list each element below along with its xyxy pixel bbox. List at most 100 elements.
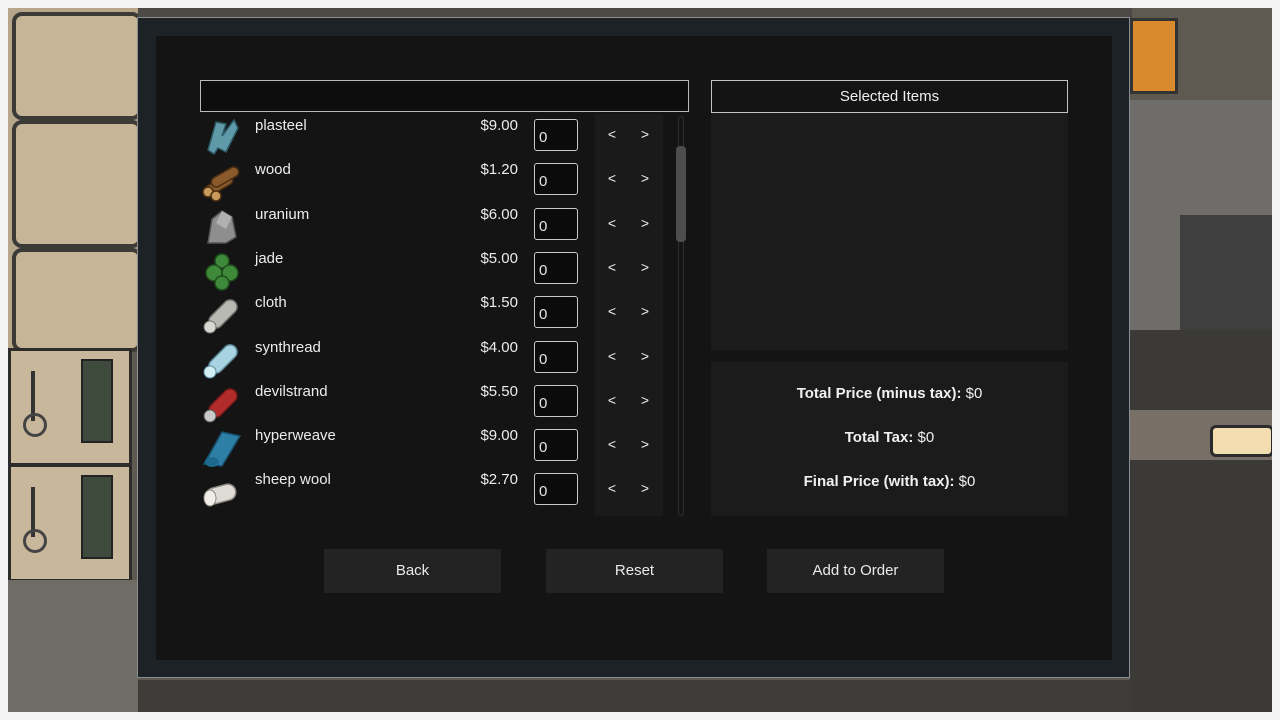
item-row-jade: jade $5.00 bbox=[200, 247, 662, 291]
item-price: $5.50 bbox=[480, 383, 518, 400]
decrease-quantity-button[interactable]: < bbox=[599, 298, 625, 324]
floor-area bbox=[1130, 330, 1272, 712]
item-name: synthread bbox=[255, 339, 321, 356]
item-price: $1.50 bbox=[480, 294, 518, 311]
item-row-synthread: synthread $4.00 bbox=[200, 336, 662, 380]
decrease-quantity-button[interactable]: < bbox=[599, 343, 625, 369]
increase-quantity-button[interactable]: > bbox=[632, 165, 658, 191]
quantity-input[interactable] bbox=[534, 385, 578, 417]
console-screen bbox=[81, 475, 113, 559]
totals-panel: Total Price (minus tax): $0 Total Tax: $… bbox=[711, 362, 1068, 516]
increase-quantity-button[interactable]: > bbox=[632, 121, 658, 147]
quantity-input[interactable] bbox=[534, 429, 578, 461]
quantity-input[interactable] bbox=[534, 296, 578, 328]
decrease-quantity-button[interactable]: < bbox=[599, 210, 625, 236]
quantity-input[interactable] bbox=[534, 208, 578, 240]
item-price: $5.00 bbox=[480, 250, 518, 267]
quantity-input[interactable] bbox=[534, 341, 578, 373]
item-price: $9.00 bbox=[480, 117, 518, 134]
wood-logs-icon bbox=[200, 158, 244, 202]
increase-quantity-button[interactable]: > bbox=[632, 210, 658, 236]
item-row-hyperweave: hyperweave $9.00 bbox=[200, 424, 662, 468]
devilstrand-roll-icon bbox=[200, 380, 244, 424]
console-machine bbox=[8, 348, 132, 466]
wool-roll-icon bbox=[200, 468, 244, 512]
room-left bbox=[8, 8, 142, 352]
final-price-value: $0 bbox=[958, 473, 976, 490]
total-price-minus-tax-value: $0 bbox=[965, 385, 983, 402]
decrease-quantity-button[interactable]: < bbox=[599, 254, 625, 280]
total-price-minus-tax: Total Price (minus tax): $0 bbox=[711, 385, 1068, 402]
item-name: jade bbox=[255, 250, 284, 267]
decrease-quantity-button[interactable]: < bbox=[599, 121, 625, 147]
total-price-minus-tax-label: Total Price (minus tax): bbox=[796, 385, 962, 402]
increase-quantity-button[interactable]: > bbox=[632, 298, 658, 324]
screen-border bbox=[0, 0, 1280, 8]
floor-tile bbox=[12, 248, 142, 352]
item-row-sheep-wool: sheep wool $2.70 bbox=[200, 468, 662, 512]
orange-crate bbox=[1130, 18, 1178, 94]
item-price: $6.00 bbox=[480, 206, 518, 223]
selected-items-header: Selected Items bbox=[711, 80, 1068, 113]
screen-border bbox=[0, 712, 1280, 720]
item-name: cloth bbox=[255, 294, 287, 311]
decrease-quantity-button[interactable]: < bbox=[599, 475, 625, 501]
item-row-cloth: cloth $1.50 bbox=[200, 291, 662, 335]
item-name: uranium bbox=[255, 206, 310, 223]
quantity-input[interactable] bbox=[534, 163, 578, 195]
floor-tile bbox=[12, 120, 142, 248]
console-knob bbox=[23, 529, 47, 553]
item-price: $9.00 bbox=[480, 427, 518, 444]
item-price: $1.20 bbox=[480, 161, 518, 178]
screen-border bbox=[0, 0, 8, 720]
screen-border bbox=[1272, 0, 1280, 720]
jade-icon bbox=[200, 247, 244, 291]
increase-quantity-button[interactable]: > bbox=[632, 475, 658, 501]
increase-quantity-button[interactable]: > bbox=[632, 387, 658, 413]
total-tax-value: $0 bbox=[917, 429, 935, 446]
synthread-roll-icon bbox=[200, 336, 244, 380]
final-price-label: Final Price (with tax): bbox=[803, 473, 955, 490]
floor-tile bbox=[12, 12, 142, 120]
total-tax: Total Tax: $0 bbox=[711, 429, 1068, 446]
floor-area bbox=[8, 580, 138, 712]
item-name: plasteel bbox=[255, 117, 307, 134]
quantity-input[interactable] bbox=[534, 473, 578, 505]
item-name: hyperweave bbox=[255, 427, 336, 444]
item-list: plasteel $9.00 < > wood $1.20 < > uranium $6.00 < >… bbox=[200, 114, 689, 516]
hyperweave-roll-icon bbox=[200, 424, 244, 468]
item-name: wood bbox=[255, 161, 291, 178]
uranium-chunk-icon bbox=[200, 203, 244, 247]
item-row-plasteel: plasteel $9.00 bbox=[200, 114, 662, 158]
item-row-devilstrand: devilstrand $5.50 bbox=[200, 380, 662, 424]
add-to-order-button[interactable]: Add to Order bbox=[767, 549, 944, 593]
console-machine bbox=[8, 464, 132, 582]
total-tax-label: Total Tax: bbox=[844, 429, 914, 446]
quantity-input[interactable] bbox=[534, 119, 578, 151]
item-row-wood: wood $1.20 bbox=[200, 158, 662, 202]
console-knob bbox=[23, 413, 47, 437]
cloth-roll-icon bbox=[200, 291, 244, 335]
decrease-quantity-button[interactable]: < bbox=[599, 165, 625, 191]
selected-items-list bbox=[711, 113, 1068, 350]
bed-object bbox=[1210, 425, 1274, 457]
plasteel-icon bbox=[200, 114, 244, 158]
item-price: $4.00 bbox=[480, 339, 518, 356]
floor-area bbox=[138, 680, 1132, 712]
item-row-uranium: uranium $6.00 bbox=[200, 203, 662, 247]
final-price-with-tax: Final Price (with tax): $0 bbox=[711, 473, 1068, 490]
scrollbar-thumb[interactable] bbox=[676, 146, 686, 242]
back-button[interactable]: Back bbox=[324, 549, 501, 593]
increase-quantity-button[interactable]: > bbox=[632, 254, 658, 280]
search-input[interactable] bbox=[200, 80, 689, 112]
decrease-quantity-button[interactable]: < bbox=[599, 431, 625, 457]
increase-quantity-button[interactable]: > bbox=[632, 343, 658, 369]
console-screen bbox=[81, 359, 113, 443]
reset-button[interactable]: Reset bbox=[546, 549, 723, 593]
wall-area bbox=[1180, 215, 1272, 335]
decrease-quantity-button[interactable]: < bbox=[599, 387, 625, 413]
increase-quantity-button[interactable]: > bbox=[632, 431, 658, 457]
quantity-input[interactable] bbox=[534, 252, 578, 284]
item-price: $2.70 bbox=[480, 471, 518, 488]
item-name: devilstrand bbox=[255, 383, 328, 400]
